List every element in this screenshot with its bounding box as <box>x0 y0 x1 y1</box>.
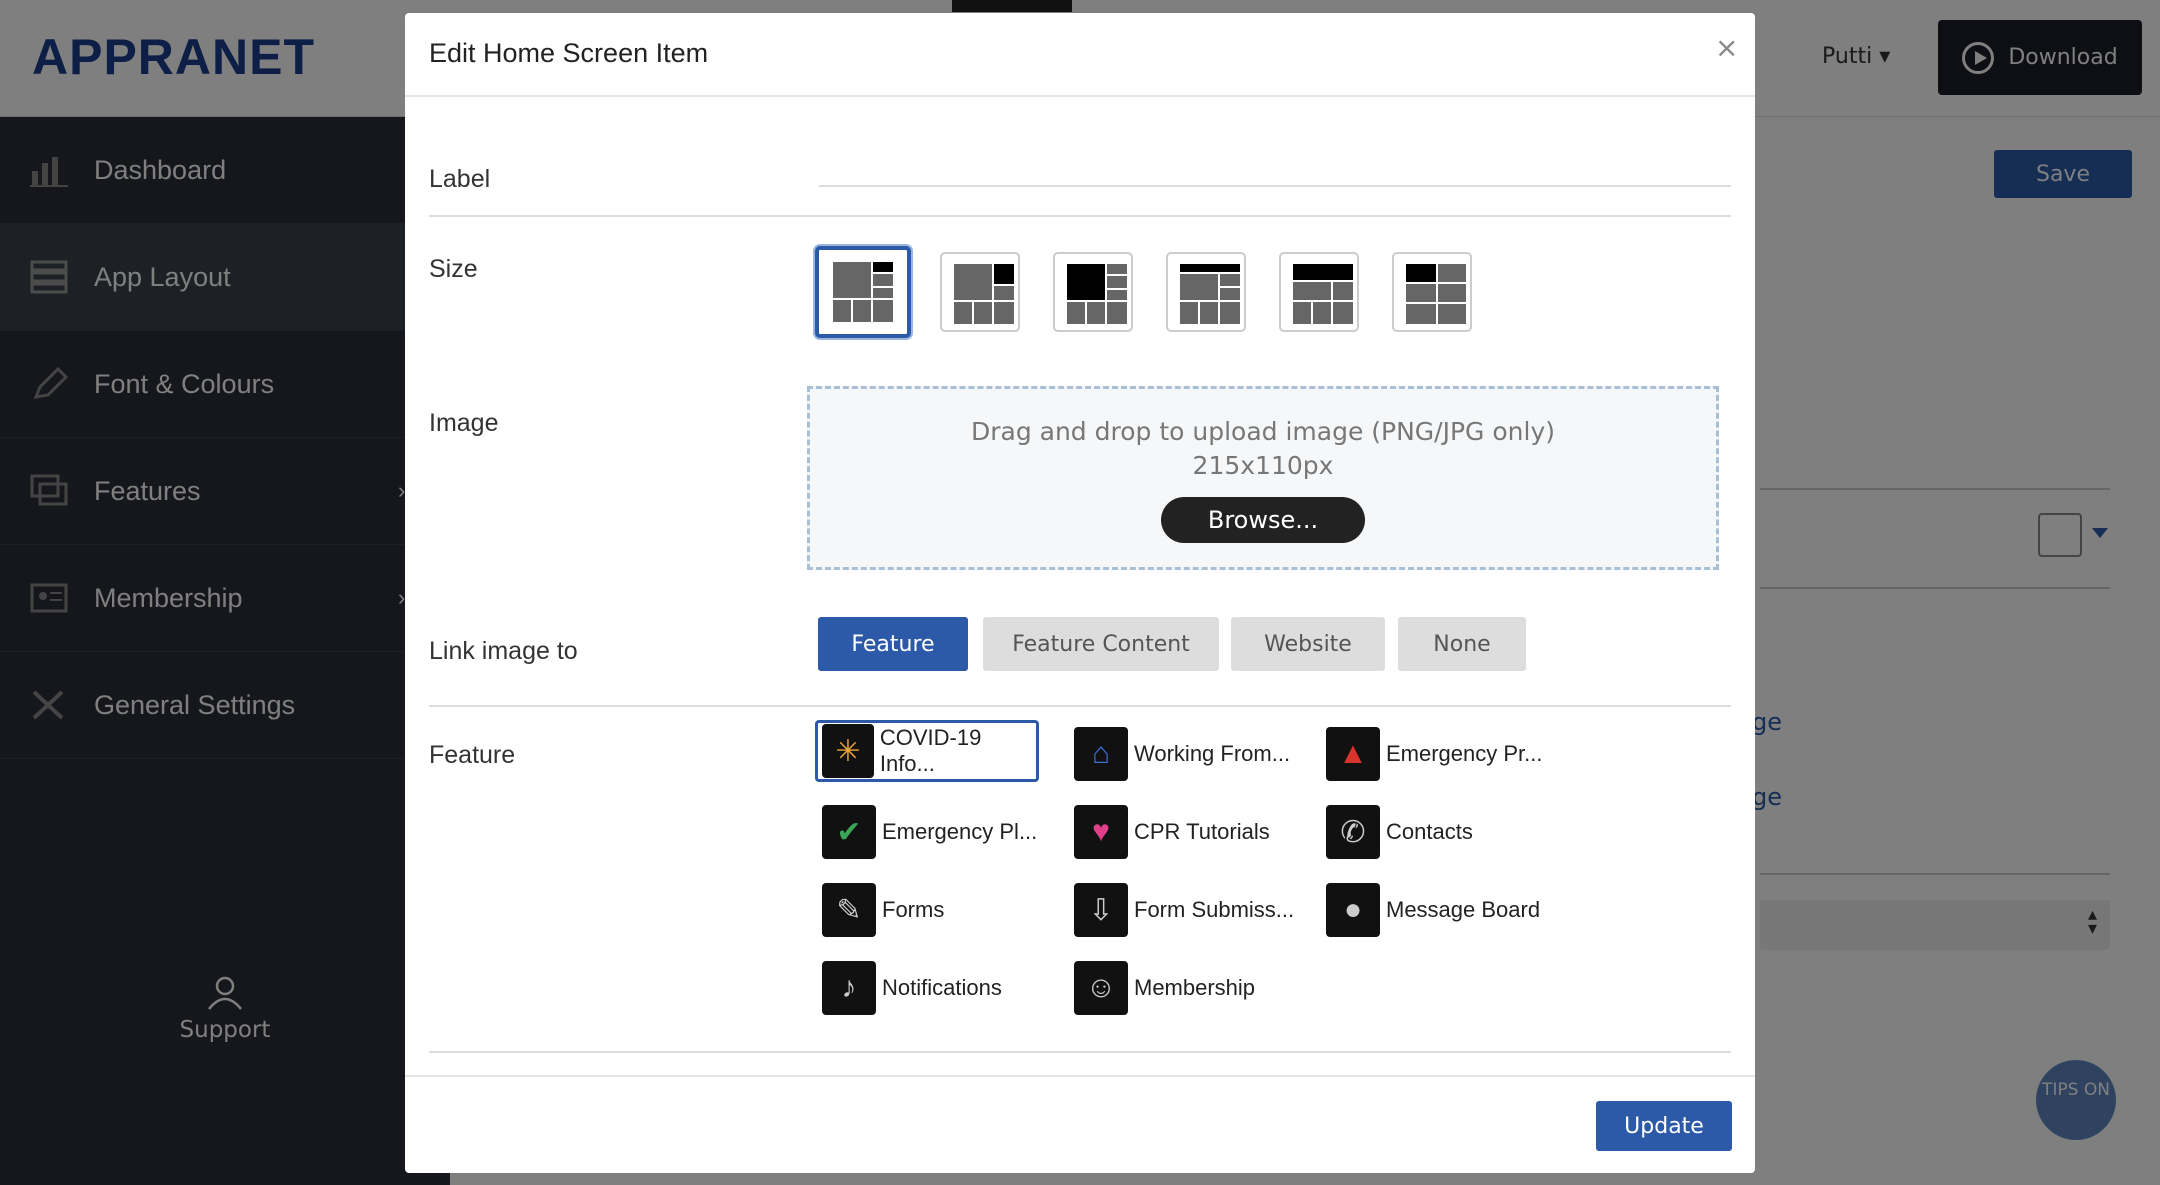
link-option-button[interactable]: Feature <box>818 617 968 671</box>
link-image-label: Link image to <box>429 637 578 665</box>
feature-item-label: Notifications <box>882 975 1002 1000</box>
feature-item[interactable]: ✳ COVID-19 Info... <box>815 720 1039 782</box>
image-dropzone[interactable]: Drag and drop to upload image (PNG/JPG o… <box>807 386 1719 570</box>
modal-footer-divider <box>405 1075 1755 1077</box>
feature-item[interactable]: ⇩ Form Submiss... <box>1070 879 1294 941</box>
image-label: Image <box>429 409 499 437</box>
phone-icon: ✆ <box>1326 805 1380 859</box>
size-option[interactable] <box>815 246 911 338</box>
feature-item[interactable]: ☺ Membership <box>1070 957 1255 1019</box>
size-option[interactable] <box>1392 252 1472 332</box>
size-option[interactable] <box>1053 252 1133 332</box>
link-option-button[interactable]: Feature Content <box>983 617 1219 671</box>
inbox-icon: ⇩ <box>1074 883 1128 937</box>
dropzone-text: Drag and drop to upload image (PNG/JPG o… <box>970 417 1556 480</box>
size-option[interactable] <box>940 252 1020 332</box>
feature-item-label: Emergency Pl... <box>882 819 1038 844</box>
feature-item-label: Membership <box>1134 975 1256 1000</box>
edit-form-icon: ✎ <box>822 883 876 937</box>
feature-item-label: Message Board <box>1386 897 1541 922</box>
shield-check-icon: ✔ <box>822 805 876 859</box>
user-circle-icon: ☺ <box>1074 961 1128 1015</box>
size-option[interactable] <box>1279 252 1359 332</box>
feature-item-label: Contacts <box>1386 819 1473 844</box>
chat-bubble-icon: ● <box>1326 883 1380 937</box>
size-label: Size <box>429 255 478 283</box>
feature-item[interactable]: ♥ CPR Tutorials <box>1070 801 1270 863</box>
feature-item[interactable]: ⌂ Working From... <box>1070 723 1290 785</box>
feature-item-label: COVID-19 Info... <box>879 725 982 776</box>
feature-item[interactable]: ✎ Forms <box>818 879 944 941</box>
feature-item-label: Form Submiss... <box>1134 897 1295 922</box>
feature-item-label: CPR Tutorials <box>1134 819 1270 844</box>
link-option-button[interactable]: None <box>1398 617 1526 671</box>
update-button[interactable]: Update <box>1596 1101 1732 1151</box>
size-option[interactable] <box>1166 252 1246 332</box>
heart-icon: ♥ <box>1074 805 1128 859</box>
label-input[interactable] <box>819 149 1731 187</box>
warning-icon: ▲ <box>1326 727 1380 781</box>
close-icon[interactable]: × <box>1715 31 1738 64</box>
modal-header: Edit Home Screen Item × <box>405 13 1755 97</box>
feature-item-label: Working From... <box>1134 741 1291 766</box>
feature-item[interactable]: ● Message Board <box>1322 879 1540 941</box>
link-option-button[interactable]: Website <box>1231 617 1385 671</box>
label-row: Label <box>429 97 1731 217</box>
feature-item-label: Emergency Pr... <box>1386 741 1543 766</box>
feature-item[interactable]: ✆ Contacts <box>1322 801 1473 863</box>
label-field-label: Label <box>429 165 491 193</box>
edit-item-modal: Edit Home Screen Item × Label Size Image… <box>405 13 1755 1173</box>
modal-title: Edit Home Screen Item <box>429 38 709 68</box>
feature-item[interactable]: ▲ Emergency Pr... <box>1322 723 1543 785</box>
home-icon: ⌂ <box>1074 727 1128 781</box>
bell-icon: ♪ <box>822 961 876 1015</box>
feature-item[interactable]: ✔ Emergency Pl... <box>818 801 1037 863</box>
feature-item-label: Forms <box>882 897 945 922</box>
feature-item[interactable]: ♪ Notifications <box>818 957 1002 1019</box>
feature-label: Feature <box>429 741 516 769</box>
browse-button[interactable]: Browse... <box>1161 497 1365 543</box>
virus-icon: ✳ <box>822 724 874 778</box>
